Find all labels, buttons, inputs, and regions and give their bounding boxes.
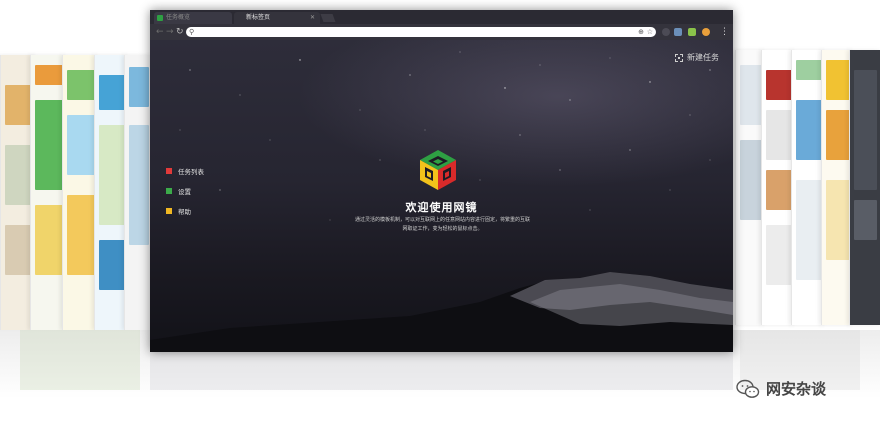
description-line: 网取证工作，变为轻松的鼠标点击。 bbox=[402, 226, 483, 232]
shield-icon[interactable] bbox=[662, 28, 670, 36]
new-task-label: 新建任务 bbox=[687, 53, 719, 62]
watermark: 网安杂谈 bbox=[736, 378, 826, 399]
search-icon: ⚲ bbox=[189, 28, 195, 36]
right-page-stack bbox=[735, 50, 880, 325]
reload-icon[interactable]: ↻ bbox=[176, 27, 184, 37]
menu-item-label: 任务列表 bbox=[178, 168, 204, 176]
mountain-landscape bbox=[150, 272, 733, 352]
tab-new-tab[interactable]: 新标签页 ✕ bbox=[234, 12, 320, 24]
browser-window: 任务概览 新标签页 ✕ ← → ↻ ⚲ ⊕ ☆ ⋮ 新建任务 任务列表 设置 帮… bbox=[150, 10, 733, 352]
bookmark-star-icon[interactable]: ☆ bbox=[647, 27, 653, 37]
back-icon[interactable]: ← bbox=[156, 27, 164, 37]
welcome-title: 欢迎使用网镜 bbox=[405, 201, 478, 214]
description-line: 通过灵活的模板机制，可以对互联网上的任意网站内容进行固定，将繁重的互联 bbox=[354, 217, 530, 223]
kebab-menu-icon[interactable]: ⋮ bbox=[720, 26, 729, 38]
wechat-icon bbox=[736, 379, 760, 398]
orange-ext-icon[interactable] bbox=[702, 28, 710, 36]
new-task-button[interactable]: 新建任务 bbox=[675, 52, 719, 63]
new-task-icon bbox=[675, 53, 683, 62]
green-square-icon bbox=[166, 188, 172, 194]
welcome-description: 通过灵活的模板机制，可以对互联网上的任意网站内容进行固定，将繁重的互联 网取证工… bbox=[340, 216, 545, 234]
new-tab-page: 新建任务 任务列表 设置 帮助 欢迎使用网镜 通过灵活的模板机制，可以对互联网上… bbox=[150, 40, 733, 352]
tab-label: 新标签页 bbox=[246, 14, 271, 21]
tab-bar: 任务概览 新标签页 ✕ bbox=[150, 10, 733, 24]
menu-item-task-list[interactable]: 任务列表 bbox=[166, 166, 204, 176]
left-page-stack bbox=[0, 55, 153, 330]
red-square-icon bbox=[166, 168, 172, 174]
close-tab-icon[interactable]: ✕ bbox=[310, 12, 315, 24]
tab-favicon-icon bbox=[157, 15, 163, 21]
watermark-text: 网安杂谈 bbox=[766, 380, 827, 398]
preview-page bbox=[124, 55, 153, 330]
mail-icon[interactable] bbox=[674, 28, 682, 36]
toolbar: ← → ↻ ⚲ ⊕ ☆ ⋮ bbox=[150, 24, 733, 40]
address-bar[interactable]: ⚲ ⊕ ☆ bbox=[186, 27, 656, 37]
wangjing-logo-icon bbox=[420, 150, 456, 190]
preview-page bbox=[849, 50, 880, 325]
side-menu: 任务列表 设置 帮助 bbox=[166, 166, 204, 226]
menu-item-settings[interactable]: 设置 bbox=[166, 186, 204, 196]
forward-icon[interactable]: → bbox=[166, 27, 174, 37]
menu-item-label: 设置 bbox=[178, 188, 191, 196]
new-tab-button[interactable] bbox=[320, 14, 336, 22]
tab-label: 任务概览 bbox=[166, 14, 191, 21]
green-ext-icon[interactable] bbox=[688, 28, 696, 36]
zoom-icon[interactable]: ⊕ bbox=[638, 27, 644, 37]
tab-task-overview[interactable]: 任务概览 bbox=[154, 12, 232, 24]
